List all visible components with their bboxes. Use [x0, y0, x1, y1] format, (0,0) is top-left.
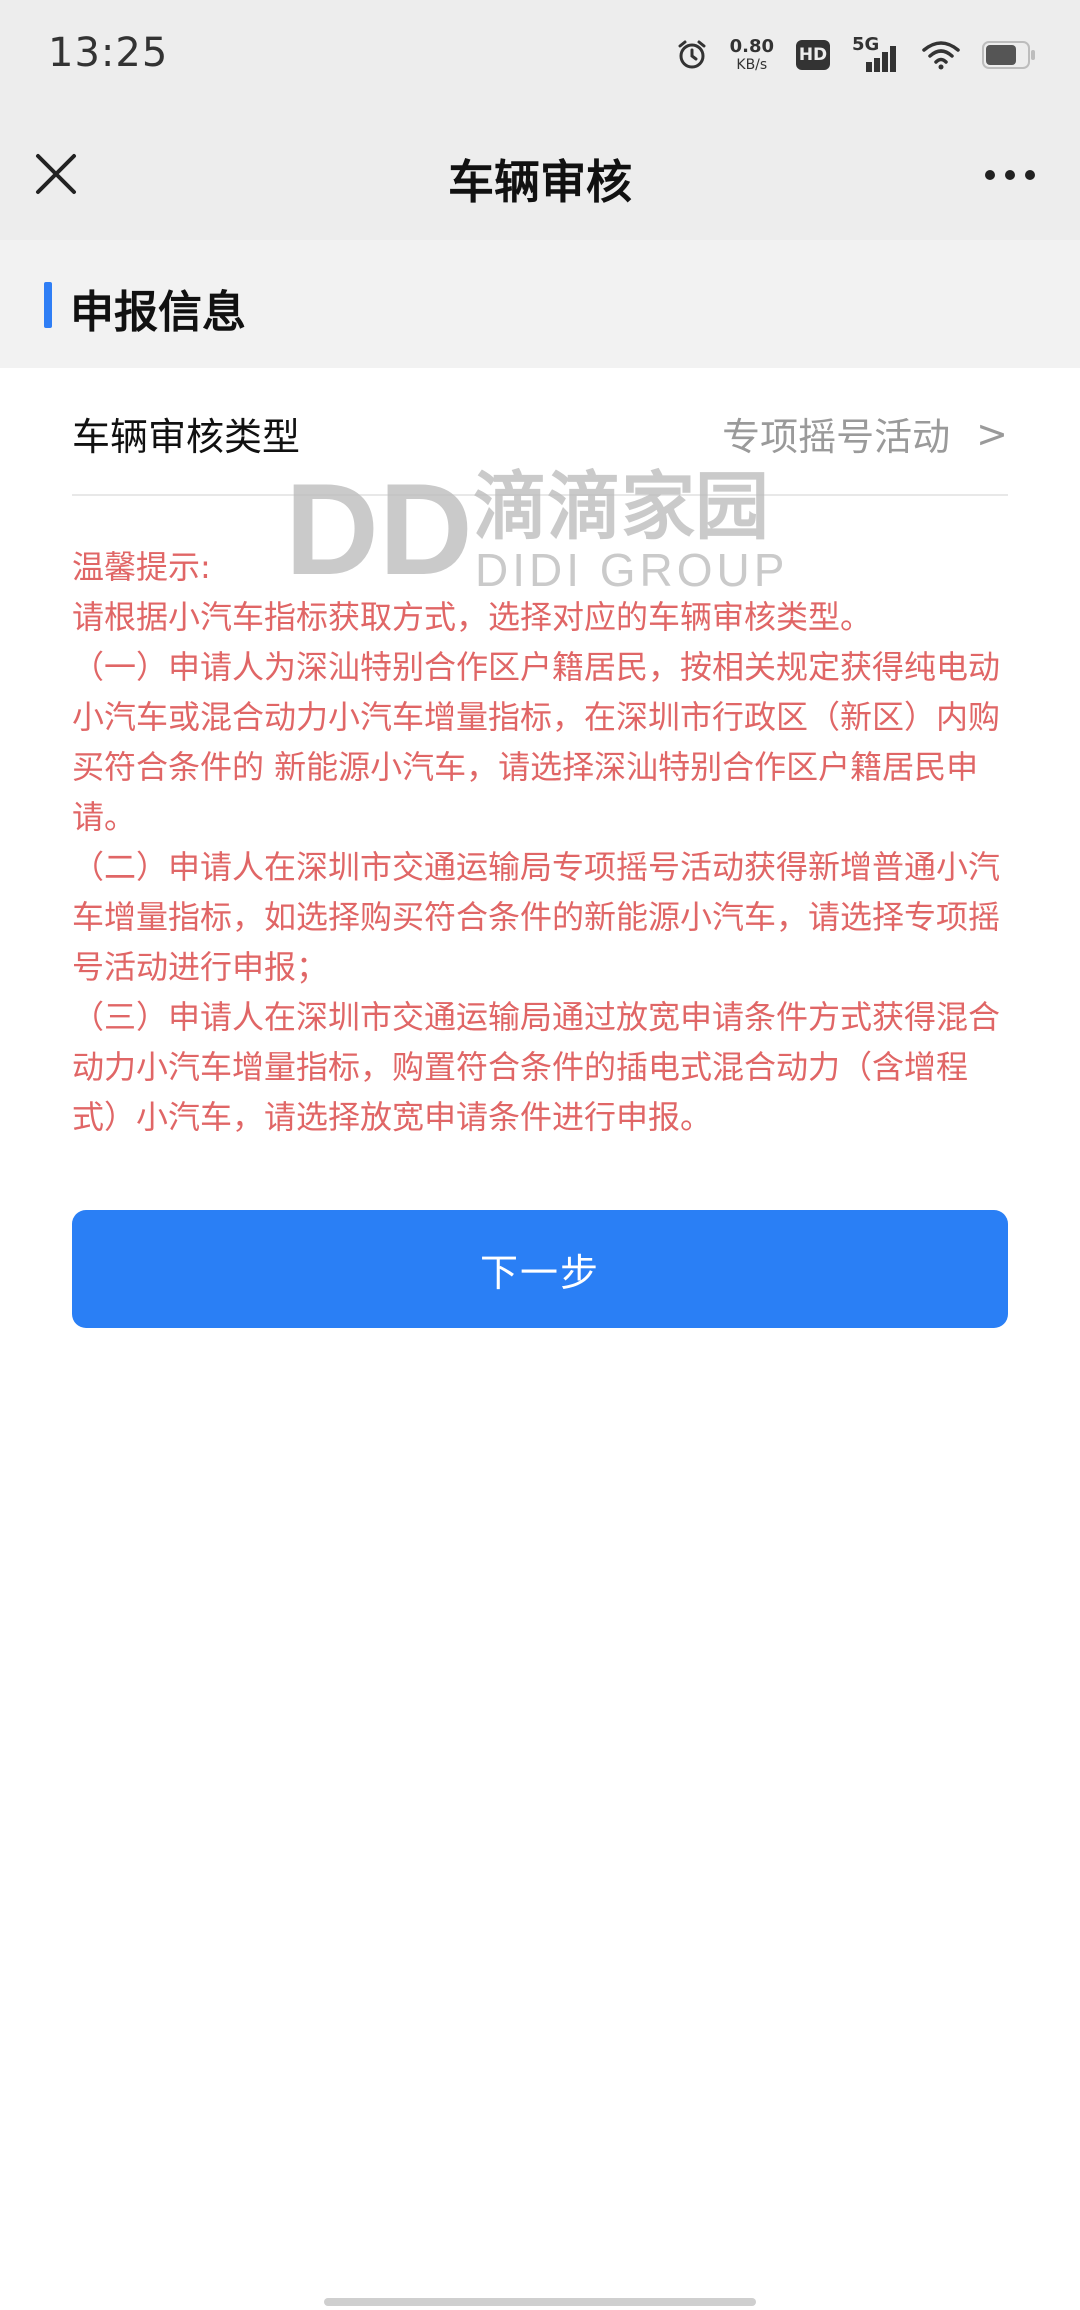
section-header: 申报信息: [0, 240, 1080, 368]
alarm-icon: [678, 40, 706, 69]
home-indicator[interactable]: [324, 2298, 756, 2306]
status-time: 13:25: [48, 30, 169, 76]
cellular-signal: 5G: [852, 34, 900, 72]
status-icons: 0.80 KB/s HD 5G: [676, 30, 1036, 80]
wifi-icon: [922, 41, 960, 70]
vehicle-review-type-value: 专项摇号活动: [722, 415, 951, 459]
nav-bar: 车辆审核: [0, 112, 1080, 240]
next-step-button[interactable]: 下一步: [72, 1210, 1008, 1328]
battery-icon: [982, 41, 1035, 69]
page-title: 车辆审核: [448, 155, 632, 209]
content-area: 车辆审核类型 专项摇号活动 > 温馨提示: 请根据小汽车指标获取方式，选择对应的…: [72, 368, 1008, 1142]
vehicle-review-type-row[interactable]: 车辆审核类型 专项摇号活动 >: [72, 368, 1008, 496]
chevron-right-icon: >: [976, 411, 1008, 456]
section-accent-bar: [44, 282, 52, 328]
signal-bars-icon: [866, 46, 896, 72]
section-title: 申报信息: [70, 287, 246, 338]
hd-badge: HD: [796, 40, 830, 70]
vehicle-review-type-select[interactable]: 专项摇号活动 >: [722, 406, 1008, 461]
network-speed-value: 0.80: [729, 36, 774, 57]
vehicle-review-type-label: 车辆审核类型: [72, 415, 301, 459]
network-speed: 0.80 KB/s: [729, 36, 774, 73]
status-bar: 13:25 0.80 KB/s HD 5G: [0, 0, 1080, 112]
network-speed-unit: KB/s: [736, 57, 768, 73]
notice-text: 温馨提示: 请根据小汽车指标获取方式，选择对应的车辆审核类型。 （一）申请人为深…: [72, 548, 1001, 1136]
more-icon[interactable]: [980, 160, 1040, 190]
